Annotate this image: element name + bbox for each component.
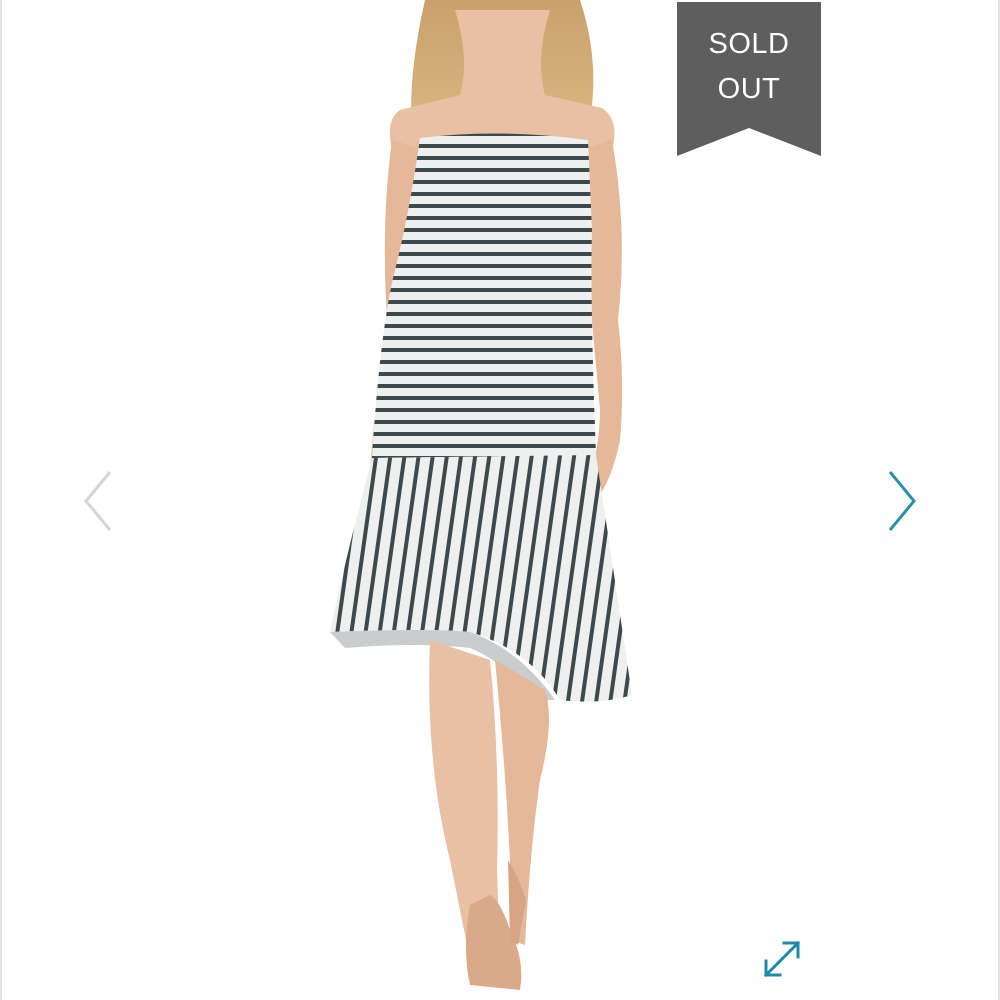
- product-photo: [330, 0, 632, 990]
- sold-out-badge: SOLD OUT: [677, 2, 821, 156]
- expand-icon: [763, 940, 801, 978]
- sold-out-text: SOLD OUT: [677, 22, 821, 112]
- badge-line-1: SOLD: [708, 28, 790, 60]
- expand-image-button[interactable]: [758, 935, 806, 983]
- next-image-button[interactable]: [882, 468, 922, 534]
- previous-image-button[interactable]: [80, 468, 120, 534]
- badge-line-2: OUT: [717, 73, 781, 105]
- chevron-left-icon: [84, 471, 112, 531]
- chevron-right-icon: [888, 471, 916, 531]
- product-image-viewer: SOLD OUT: [0, 0, 1000, 1000]
